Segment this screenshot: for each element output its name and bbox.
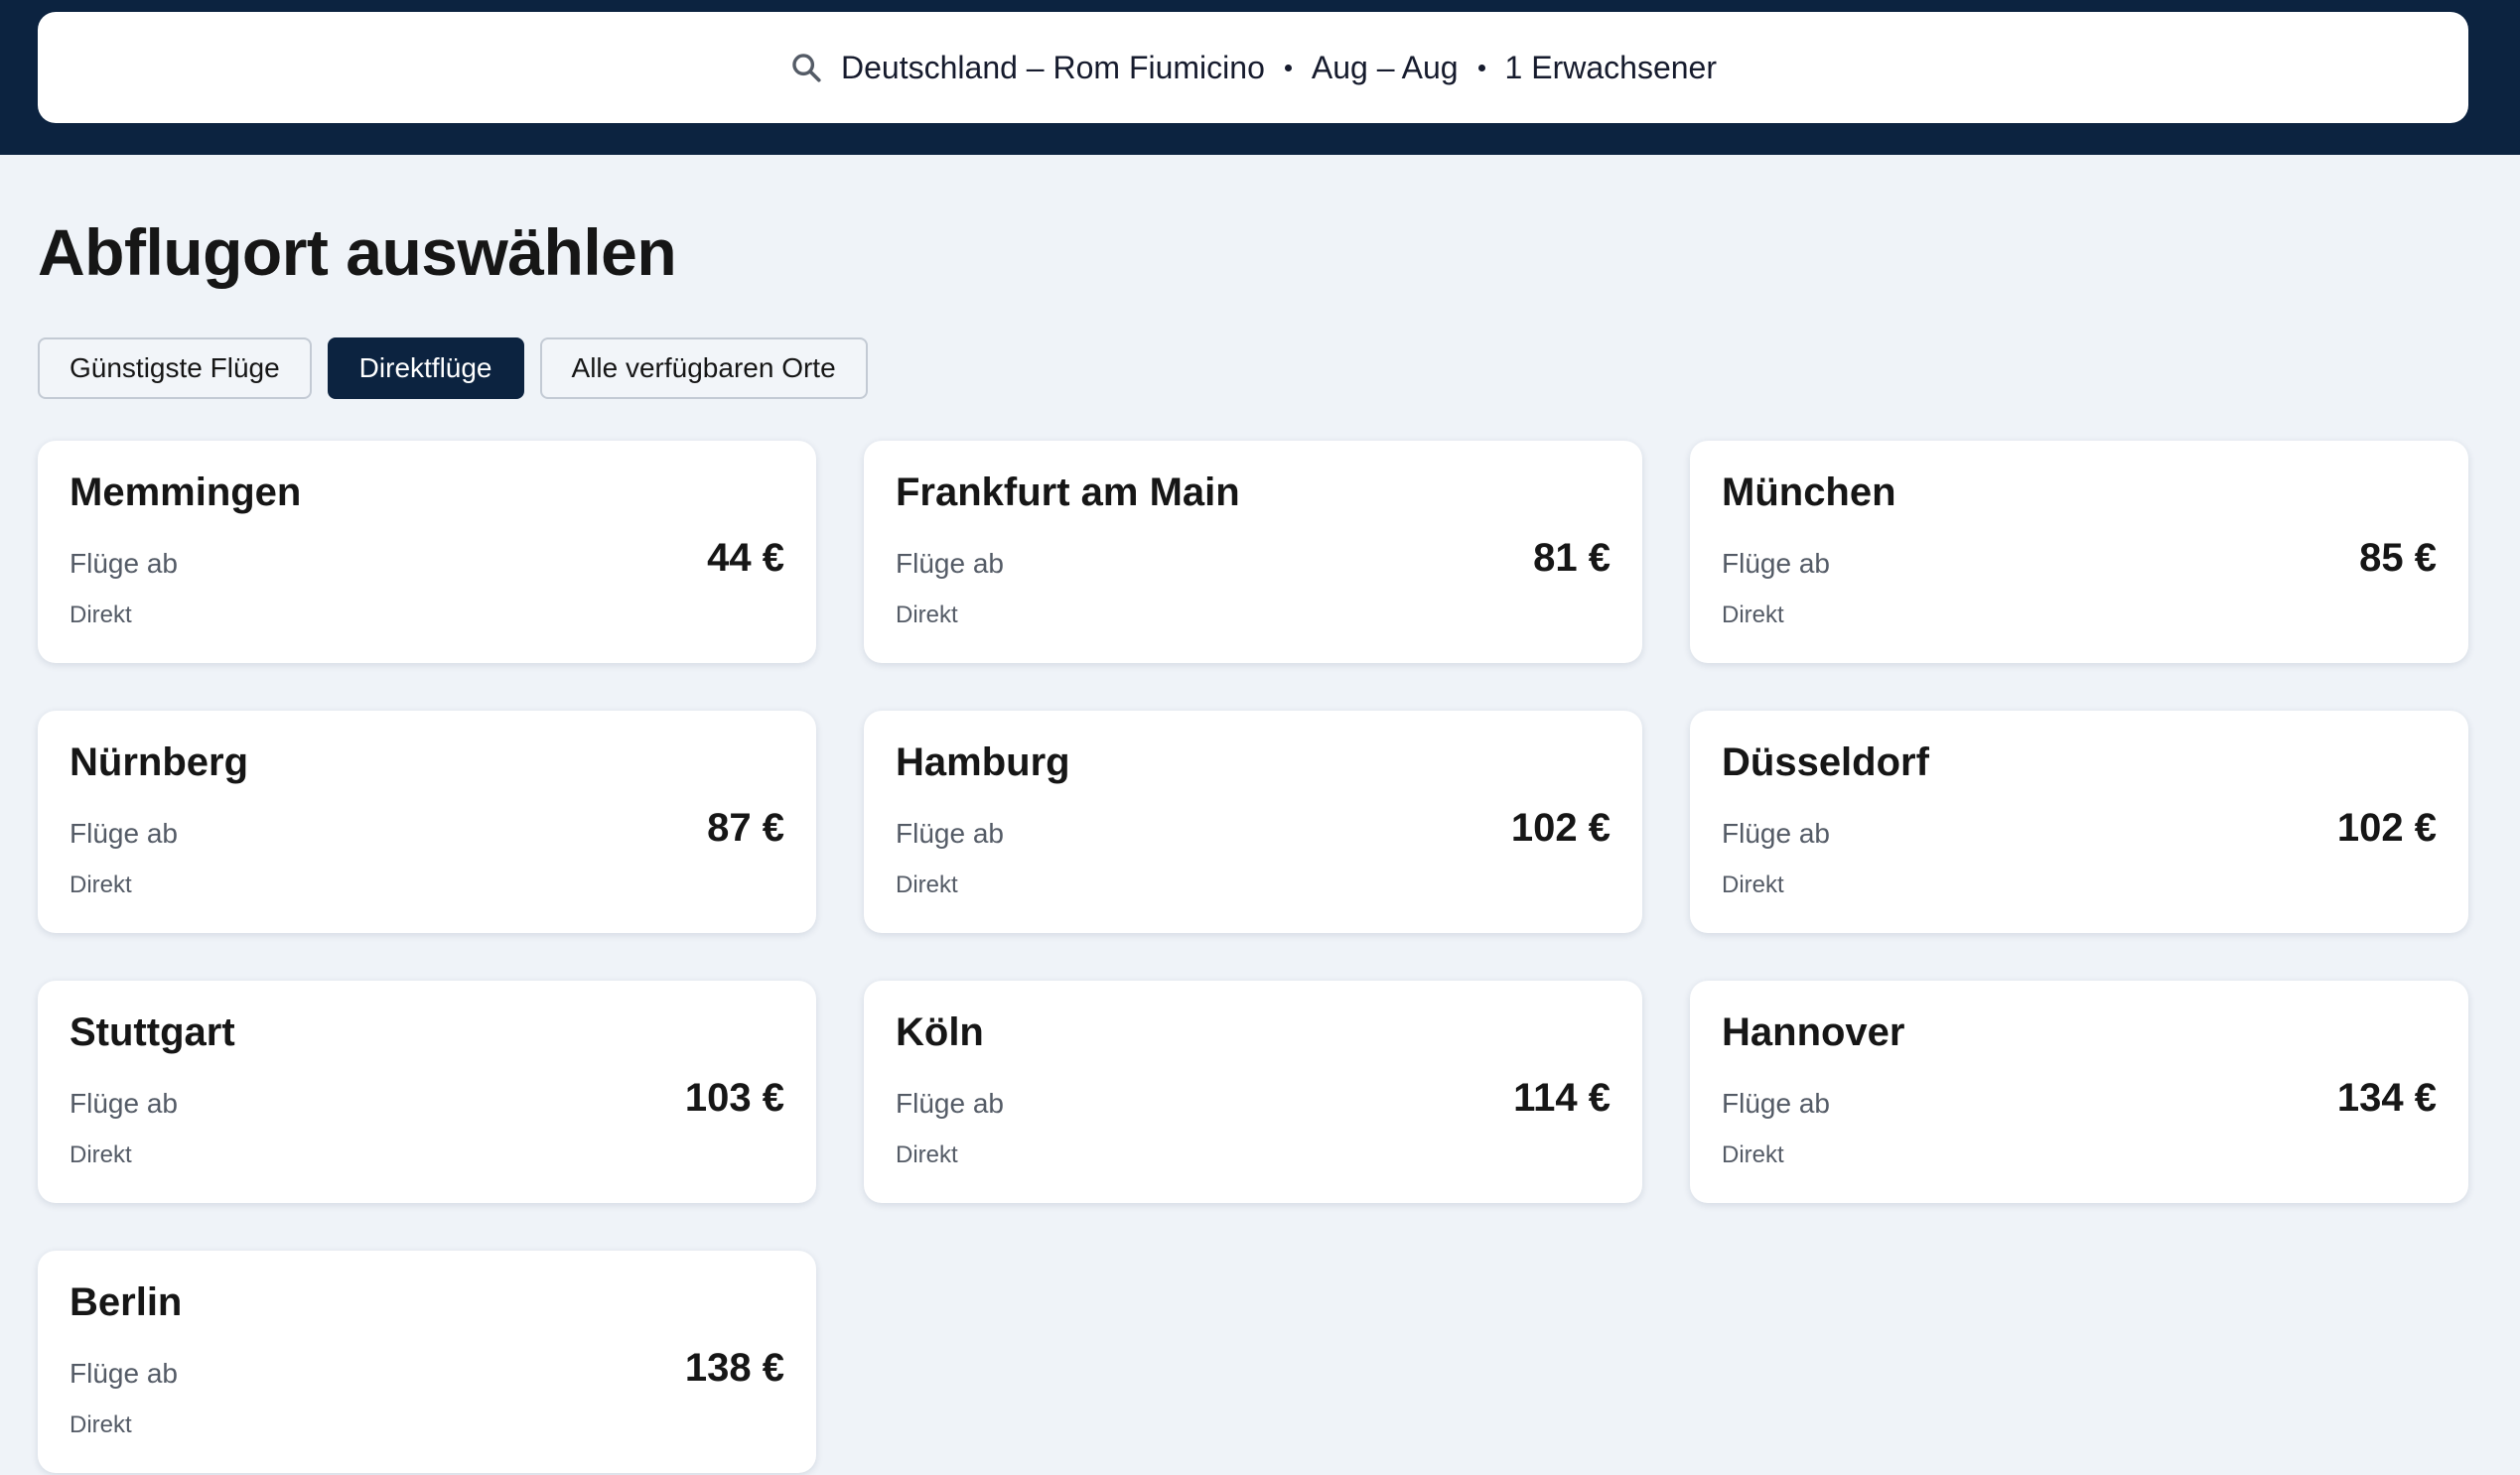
stops-label: Direkt (70, 1141, 132, 1168)
destination-card-hamburg[interactable]: Hamburg Flüge ab 102 € Direkt (864, 711, 1642, 933)
destination-card-frankfurt[interactable]: Frankfurt am Main Flüge ab 81 € Direkt (864, 441, 1642, 663)
search-dates: Aug – Aug (1311, 49, 1459, 85)
destination-city: Stuttgart (70, 1010, 235, 1054)
stops-label: Direkt (1722, 1141, 1784, 1168)
price-prefix: Flüge ab (1722, 818, 1830, 849)
destination-price: 87 € (707, 806, 784, 850)
price-prefix: Flüge ab (1722, 548, 1830, 579)
price-prefix: Flüge ab (1722, 1088, 1830, 1119)
page-title: Abflugort auswählen (38, 215, 677, 289)
separator-dot (1284, 64, 1292, 71)
filter-all-places[interactable]: Alle verfügbaren Orte (539, 337, 868, 399)
price-prefix: Flüge ab (896, 818, 1004, 849)
separator-dot (1477, 64, 1485, 71)
stops-label: Direkt (1722, 602, 1784, 628)
top-bar: Deutschland – Rom Fiumicino Aug – Aug 1 … (0, 0, 2520, 155)
destination-card-hannover[interactable]: Hannover Flüge ab 134 € Direkt (1690, 981, 2468, 1203)
destination-card-muenchen[interactable]: München Flüge ab 85 € Direkt (1690, 441, 2468, 663)
destination-city: Hannover (1722, 1010, 1905, 1054)
destination-card-nuernberg[interactable]: Nürnberg Flüge ab 87 € Direkt (38, 711, 816, 933)
stops-label: Direkt (896, 602, 958, 628)
destination-price: 114 € (1513, 1076, 1610, 1120)
stops-label: Direkt (896, 872, 958, 898)
destination-card-memmingen[interactable]: Memmingen Flüge ab 44 € Direkt (38, 441, 816, 663)
filter-cheapest-flights[interactable]: Günstigste Flüge (38, 337, 312, 399)
destination-city: Köln (896, 1010, 984, 1054)
filter-chips: Günstigste Flüge Direktflüge Alle verfüg… (38, 337, 868, 399)
destination-city: Düsseldorf (1722, 740, 1929, 784)
destination-city: Berlin (70, 1280, 183, 1324)
destination-price: 134 € (2336, 1076, 2437, 1120)
destination-city: Frankfurt am Main (896, 470, 1240, 514)
price-prefix: Flüge ab (70, 548, 178, 579)
destination-city: Hamburg (896, 740, 1070, 784)
destination-price: 103 € (684, 1076, 784, 1120)
destination-grid: Memmingen Flüge ab 44 € Direkt Frankfurt… (38, 441, 2468, 1473)
filter-direct-flights[interactable]: Direktflüge (327, 337, 524, 399)
stops-label: Direkt (896, 1141, 958, 1168)
destination-card-duesseldorf[interactable]: Düsseldorf Flüge ab 102 € Direkt (1690, 711, 2468, 933)
destination-city: München (1722, 470, 1896, 514)
price-prefix: Flüge ab (70, 1358, 178, 1389)
search-passengers: 1 Erwachsener (1504, 49, 1717, 85)
destination-city: Nürnberg (70, 740, 248, 784)
destination-price: 102 € (2336, 806, 2437, 850)
destination-price: 138 € (684, 1346, 784, 1390)
search-icon (792, 54, 821, 82)
destination-card-koeln[interactable]: Köln Flüge ab 114 € Direkt (864, 981, 1642, 1203)
destination-card-stuttgart[interactable]: Stuttgart Flüge ab 103 € Direkt (38, 981, 816, 1203)
destination-card-berlin[interactable]: Berlin Flüge ab 138 € Direkt (38, 1251, 816, 1473)
price-prefix: Flüge ab (70, 818, 178, 849)
destination-city: Memmingen (70, 470, 302, 514)
destination-price: 44 € (707, 536, 784, 580)
search-summary-button[interactable]: Deutschland – Rom Fiumicino Aug – Aug 1 … (38, 12, 2468, 123)
price-prefix: Flüge ab (896, 548, 1004, 579)
stops-label: Direkt (70, 602, 132, 628)
destination-price: 81 € (1533, 536, 1610, 580)
price-prefix: Flüge ab (896, 1088, 1004, 1119)
search-route: Deutschland – Rom Fiumicino (841, 49, 1265, 85)
destination-price: 85 € (2359, 536, 2437, 580)
price-prefix: Flüge ab (70, 1088, 178, 1119)
stops-label: Direkt (1722, 872, 1784, 898)
stops-label: Direkt (70, 872, 132, 898)
destination-price: 102 € (1510, 806, 1610, 850)
stops-label: Direkt (70, 1411, 132, 1438)
